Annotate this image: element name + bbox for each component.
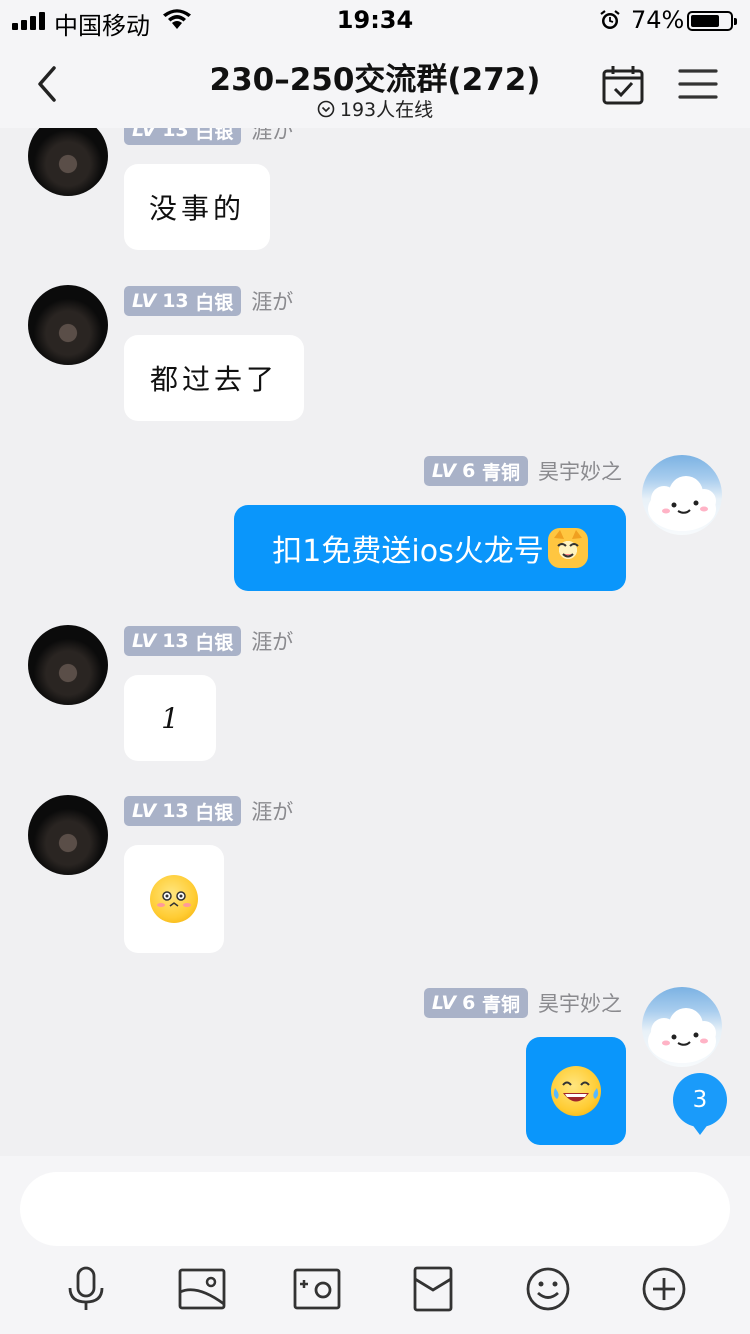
image-icon[interactable] (177, 1266, 227, 1312)
level-label: LV (132, 800, 157, 822)
sender-name[interactable]: 昊宇妙之 (538, 456, 622, 486)
microphone-icon[interactable] (61, 1266, 111, 1312)
level-badge: LV 6 青铜 (423, 456, 528, 486)
alarm-icon (600, 10, 620, 29)
avatar[interactable] (28, 285, 108, 365)
menu-icon[interactable] (678, 67, 718, 101)
message-input[interactable] (20, 1172, 730, 1246)
red-packet-icon[interactable] (408, 1266, 458, 1312)
chat-header: 230–250交流群(272) 193人在线 (0, 40, 750, 128)
battery-icon (687, 11, 737, 31)
message-text: 没事的 (148, 192, 245, 225)
emoji-icon[interactable] (523, 1266, 573, 1312)
level-label: LV (431, 460, 457, 482)
level-number: 6 (462, 992, 476, 1014)
level-rank: 白银 (195, 291, 234, 314)
message-bubble[interactable] (526, 1037, 626, 1145)
level-rank: 青铜 (481, 993, 520, 1016)
camera-icon[interactable] (292, 1266, 342, 1312)
level-badge: LV 6 青铜 (423, 988, 528, 1018)
cloud-face-icon (648, 1008, 716, 1063)
level-number: 13 (162, 630, 189, 652)
message-text: 都过去了 (149, 363, 278, 396)
level-rank: 青铜 (481, 461, 520, 484)
message-text: 扣1免费送ios火龙号 (272, 534, 544, 569)
sender-meta: LV 6 青铜 昊宇妙之 (423, 987, 622, 1019)
sender-name[interactable]: 涯が (251, 796, 293, 826)
chat-area[interactable]: LV 13 白银 涯が 没事的 LV 13 白银 涯が 都过去了 LV 6 青铜… (0, 0, 750, 1156)
level-label: LV (132, 290, 157, 312)
avatar[interactable] (28, 795, 108, 875)
status-bar: 中国移动 19:34 74% (0, 0, 750, 40)
level-badge: LV 13 白银 (124, 286, 242, 316)
sender-meta: LV 13 白银 涯が (124, 285, 293, 317)
online-icon (317, 100, 335, 118)
sender-meta: LV 13 白银 涯が (124, 625, 293, 657)
unread-badge-tail (691, 1123, 709, 1135)
message-bubble[interactable]: 没事的 (124, 164, 270, 250)
sender-name[interactable]: 涯が (251, 286, 293, 316)
level-rank: 白银 (195, 801, 234, 824)
unread-count-badge[interactable]: 3 (673, 1073, 727, 1135)
avatar[interactable] (28, 116, 108, 196)
level-label: LV (132, 630, 157, 652)
level-badge: LV 13 白银 (124, 626, 242, 656)
avatar[interactable] (642, 455, 722, 535)
message-text: 1 (161, 701, 179, 735)
input-panel (0, 1156, 750, 1334)
battery-fill (691, 15, 719, 27)
level-number: 6 (462, 460, 476, 482)
online-count: 193人在线 (339, 99, 434, 121)
avatar[interactable] (642, 987, 722, 1067)
avatar[interactable] (28, 625, 108, 705)
laughing-tears-emoji (551, 1066, 601, 1116)
message-bubble[interactable] (124, 845, 224, 953)
sender-name[interactable]: 涯が (251, 626, 293, 656)
message-bubble[interactable]: 1 (124, 675, 216, 761)
plus-icon[interactable] (639, 1266, 689, 1312)
sender-name[interactable]: 昊宇妙之 (538, 988, 622, 1018)
level-rank: 白银 (195, 631, 234, 654)
calendar-check-icon[interactable] (601, 64, 645, 106)
cloud-face-icon (648, 476, 716, 531)
cat-face-emoji (547, 528, 588, 568)
shy-face-emoji (150, 875, 198, 923)
message-bubble[interactable]: 都过去了 (124, 335, 304, 421)
message-bubble[interactable]: 扣1免费送ios火龙号 (234, 505, 626, 591)
top-bar: 中国移动 19:34 74% 230–250交流群(272) 193人在线 (0, 0, 750, 128)
unread-count: 3 (692, 1087, 708, 1113)
level-number: 13 (162, 800, 189, 822)
battery-percent: 74% (631, 6, 685, 34)
level-number: 13 (162, 290, 189, 312)
level-badge: LV 13 白银 (124, 796, 242, 826)
sender-meta: LV 13 白银 涯が (124, 795, 293, 827)
sender-meta: LV 6 青铜 昊宇妙之 (423, 455, 622, 487)
level-label: LV (431, 992, 457, 1014)
